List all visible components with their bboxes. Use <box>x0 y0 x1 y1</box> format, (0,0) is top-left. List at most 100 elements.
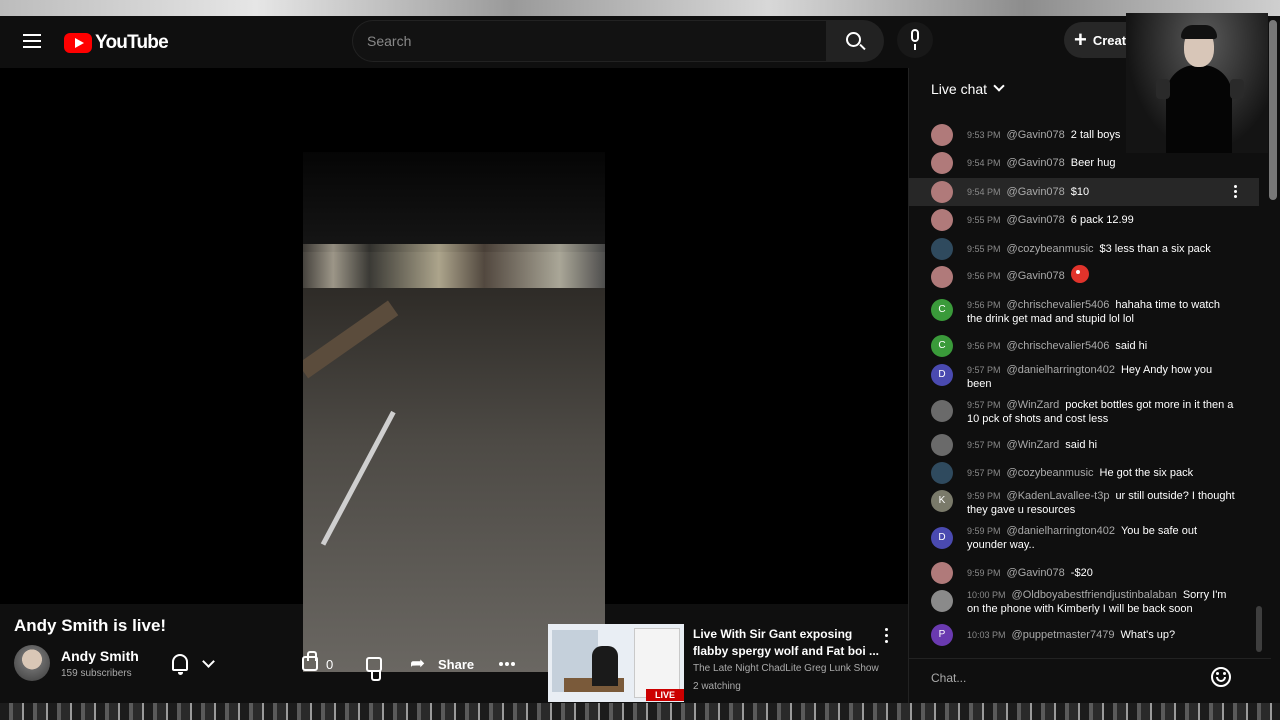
chat-avatar <box>931 562 953 584</box>
share-icon <box>410 655 428 671</box>
search-button[interactable] <box>826 20 884 62</box>
chat-timestamp: 9:57 PM <box>967 468 1001 478</box>
video-player[interactable] <box>0 68 908 672</box>
chat-username[interactable]: @Gavin078 <box>1007 270 1065 282</box>
message-menu-icon[interactable] <box>1233 184 1239 200</box>
chat-message[interactable]: K 9:59 PM @KadenLavallee-t3p ur still outs… <box>909 486 1259 520</box>
chat-message[interactable]: 9:54 PM @Gavin078 Beer hug <box>909 150 1259 176</box>
live-chat-panel: Live chat 9:53 PM @Gavin078 2 tall boys 9:… <box>908 68 1271 703</box>
chat-text: said hi <box>1115 340 1148 352</box>
chat-text: 2 tall boys <box>1070 129 1121 141</box>
recommended-channel[interactable]: The Late Night ChadLite Greg Lunk Show <box>693 663 879 674</box>
chat-timestamp: 9:57 PM <box>967 400 1001 410</box>
more-actions-button[interactable] <box>490 647 524 681</box>
chat-input-bar <box>909 658 1271 703</box>
chat-message[interactable]: D 9:57 PM @danielharrington402 Hey Andy ho… <box>909 360 1259 394</box>
chat-text: Beer hug <box>1070 157 1116 169</box>
chat-username[interactable]: @chrischevalier5406 <box>1007 340 1110 352</box>
chat-message[interactable]: P 10:03 PM @puppetmaster7479 What's up? <box>909 622 1259 648</box>
chat-message[interactable]: 10:00 PM @Oldboyabestfriendjustinbalaban S… <box>909 586 1259 620</box>
chat-mode-selector[interactable]: Live chat <box>931 81 987 97</box>
chat-username[interactable]: @danielharrington402 <box>1007 364 1115 376</box>
chat-username[interactable]: @Gavin078 <box>1007 129 1065 141</box>
chat-username[interactable]: @cozybeanmusic <box>1007 467 1094 479</box>
chat-timestamp: 9:53 PM <box>967 130 1001 140</box>
bell-icon <box>172 654 188 675</box>
chat-text: $3 less than a six pack <box>1099 243 1211 255</box>
recommended-title[interactable]: Live With Sir Gant exposing flabby sperg… <box>693 626 883 660</box>
chat-message[interactable]: 9:55 PM @cozybeanmusic $3 less than a six … <box>909 236 1259 262</box>
chat-avatar <box>931 462 953 484</box>
chat-avatar <box>931 590 953 612</box>
chat-input[interactable] <box>931 667 1191 689</box>
page-scrollbar[interactable] <box>1269 20 1277 200</box>
chat-username[interactable]: @Gavin078 <box>1007 214 1065 226</box>
chat-scrollbar[interactable] <box>1256 606 1262 652</box>
chat-username[interactable]: @Gavin078 <box>1007 186 1065 198</box>
chevron-down-icon[interactable] <box>993 80 1005 92</box>
chat-message[interactable]: 9:57 PM @cozybeanmusic He got the six pack <box>909 460 1259 486</box>
chat-timestamp: 10:00 PM <box>967 590 1006 600</box>
chat-avatar: D <box>931 364 953 386</box>
chat-avatar: C <box>931 335 953 357</box>
chat-message-hovered[interactable]: 9:54 PM @Gavin078 $10 <box>909 178 1259 206</box>
chat-message[interactable]: 9:57 PM @WinZard pocket bottles got more i… <box>909 396 1259 430</box>
chat-message[interactable]: D 9:59 PM @danielharrington402 You be safe… <box>909 522 1259 556</box>
chat-avatar <box>931 400 953 422</box>
menu-icon[interactable] <box>20 30 44 54</box>
chat-message[interactable]: 9:57 PM @WinZard said hi <box>909 432 1259 458</box>
chat-username[interactable]: @WinZard <box>1007 399 1060 411</box>
chat-username[interactable]: @WinZard <box>1007 439 1060 451</box>
chat-text: -$20 <box>1070 567 1093 579</box>
chat-text: $10 <box>1070 186 1090 198</box>
voice-search-button[interactable] <box>897 22 933 58</box>
chat-username[interactable]: @danielharrington402 <box>1007 525 1115 537</box>
chat-timestamp: 9:57 PM <box>967 365 1001 375</box>
chat-message[interactable]: C 9:56 PM @chrischevalier5406 said hi <box>909 333 1259 359</box>
chat-timestamp: 9:54 PM <box>967 158 1001 168</box>
chat-timestamp: 9:57 PM <box>967 440 1001 450</box>
youtube-logo[interactable]: YouTube <box>64 32 169 54</box>
chat-message[interactable]: 9:55 PM @Gavin078 6 pack 12.99 <box>909 207 1259 233</box>
chat-text: said hi <box>1065 439 1098 451</box>
chat-timestamp: 9:55 PM <box>967 244 1001 254</box>
chat-avatar <box>931 124 953 146</box>
dislike-button[interactable] <box>358 647 394 681</box>
chat-timestamp: 9:59 PM <box>967 526 1001 536</box>
chat-message[interactable]: 9:56 PM @Gavin078 <box>909 264 1259 290</box>
chat-avatar: D <box>931 527 953 549</box>
chat-username[interactable]: @Oldboyabestfriendjustinbalaban <box>1012 589 1177 601</box>
video-frame[interactable] <box>303 152 605 672</box>
chat-message[interactable]: C 9:56 PM @chrischevalier5406 hahaha time … <box>909 295 1259 329</box>
notification-bell-button[interactable] <box>164 647 228 681</box>
chat-timestamp: 9:59 PM <box>967 568 1001 578</box>
chat-timestamp: 9:56 PM <box>967 271 1001 281</box>
chat-username[interactable]: @Gavin078 <box>1007 567 1065 579</box>
like-button[interactable]: 0 <box>288 647 348 681</box>
share-label: Share <box>438 657 475 672</box>
chat-username[interactable]: @Gavin078 <box>1007 157 1065 169</box>
logo-text: YouTube <box>95 32 169 53</box>
search-input[interactable] <box>352 20 826 62</box>
chat-username[interactable]: @chrischevalier5406 <box>1007 299 1110 311</box>
emoji-icon[interactable] <box>1211 667 1231 687</box>
chat-avatar <box>931 266 953 288</box>
chat-message-list[interactable]: 9:53 PM @Gavin078 2 tall boys 9:54 PM @Gavi… <box>909 110 1259 655</box>
chat-username[interactable]: @puppetmaster7479 <box>1012 629 1115 641</box>
recommended-menu-icon[interactable] <box>880 626 892 644</box>
chat-avatar <box>931 238 953 260</box>
channel-avatar[interactable] <box>14 645 50 681</box>
share-button[interactable]: Share <box>404 647 484 681</box>
chat-avatar <box>931 181 953 203</box>
chat-timestamp: 9:56 PM <box>967 300 1001 310</box>
webcam-overlay <box>1126 13 1268 153</box>
chat-timestamp: 10:03 PM <box>967 630 1006 640</box>
chat-message[interactable]: 9:59 PM @Gavin078 -$20 <box>909 560 1259 586</box>
youtube-play-icon <box>64 33 92 53</box>
chat-timestamp: 9:54 PM <box>967 187 1001 197</box>
chat-text: 6 pack 12.99 <box>1070 214 1134 226</box>
channel-name[interactable]: Andy Smith <box>61 648 139 664</box>
chat-username[interactable]: @KadenLavallee-t3p <box>1007 490 1110 502</box>
chat-username[interactable]: @cozybeanmusic <box>1007 243 1094 255</box>
chat-timestamp: 9:56 PM <box>967 341 1001 351</box>
